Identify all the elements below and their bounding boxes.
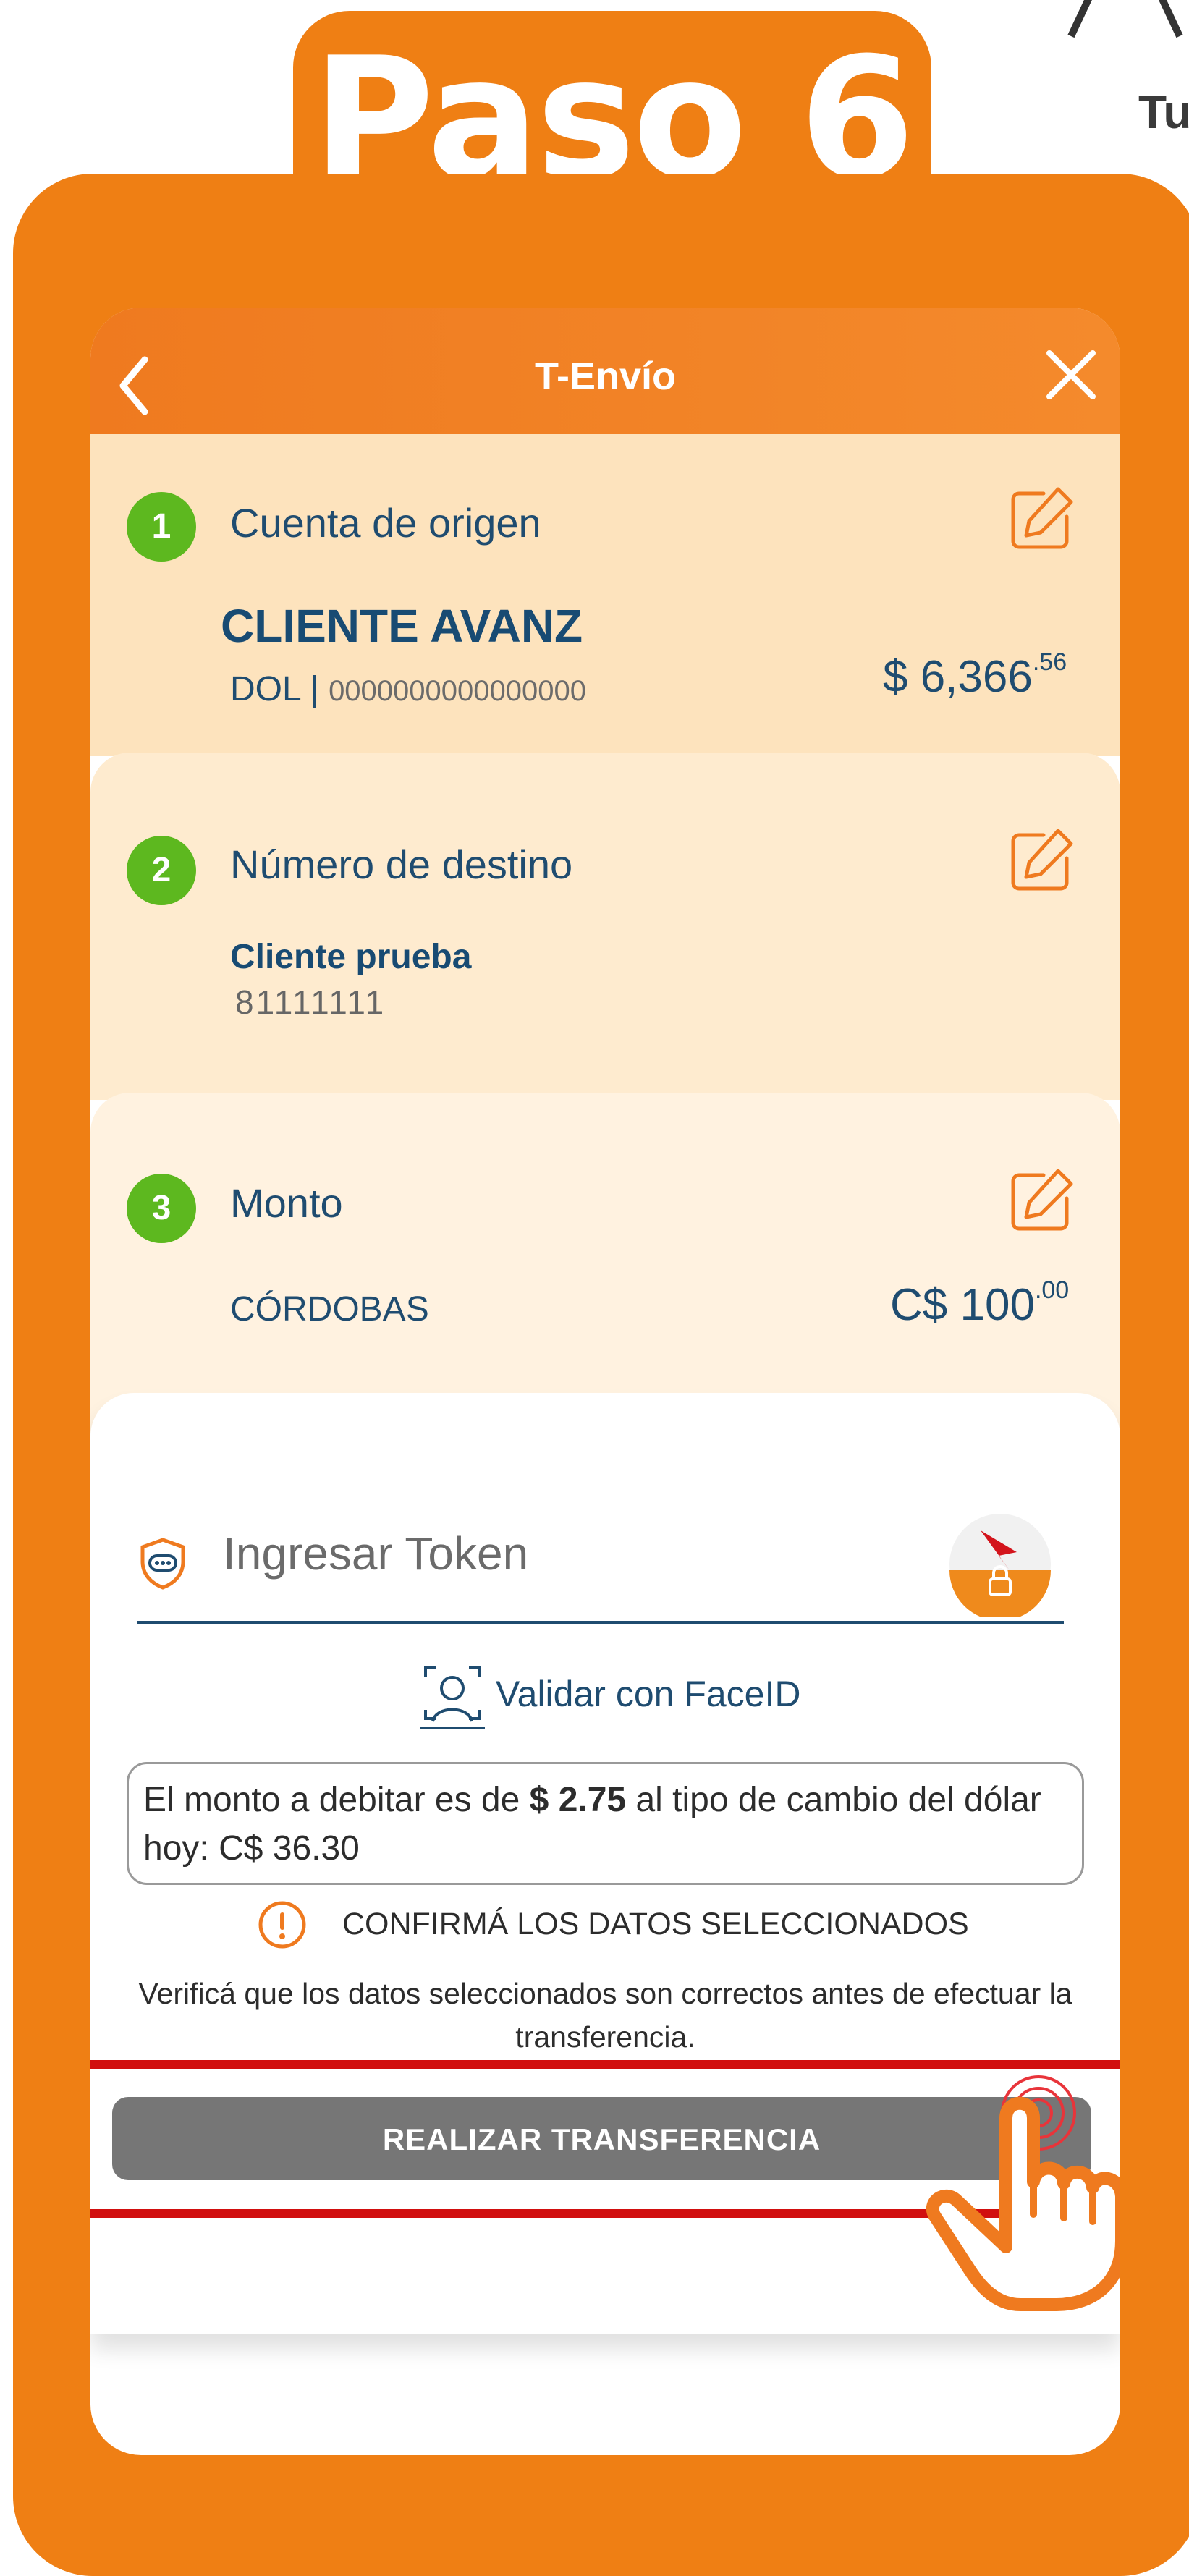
edit-icon: [1011, 487, 1073, 549]
debit-amount: $ 2.75: [529, 1781, 627, 1819]
destination-number: 81111111: [235, 983, 386, 1021]
destination-card: 2 Número de destino Cliente prueba 81111…: [90, 753, 1120, 1100]
origin-account-number: 0000000000000000: [329, 675, 586, 707]
warning-icon: [258, 1901, 306, 1949]
amount-card: 3 Monto CÓRDOBAS C$ 100.00: [90, 1093, 1120, 1433]
close-button[interactable]: [1031, 335, 1111, 415]
brand-tagline-fragment: Tu: [1138, 86, 1189, 138]
origin-client-name: CLIENTE AVANZ: [221, 600, 583, 652]
edit-amount-button[interactable]: [1007, 1165, 1077, 1234]
origin-balance-cents: .56: [1032, 648, 1067, 677]
highlight-border-top: [90, 2060, 1120, 2069]
faceid-icon[interactable]: [420, 1661, 485, 1726]
origin-label: Cuenta de origen: [230, 500, 541, 546]
phone-screen: T-Envío 1 Cuenta de origen CLIENTE AVANZ…: [90, 308, 1120, 2455]
debit-prefix: El monto a debitar es de: [143, 1781, 530, 1819]
confirm-title: CONFIRMÁ LOS DATOS SELECCIONADOS: [342, 1907, 969, 1941]
origin-account-card: 1 Cuenta de origen CLIENTE AVANZ DOL | 0…: [90, 434, 1120, 756]
step-number-3: 3: [127, 1174, 196, 1243]
token-input-underline: [137, 1621, 1064, 1624]
faceid-underline: [420, 1727, 485, 1729]
origin-balance: $ 6,366.56: [883, 648, 1067, 703]
edit-icon: [1011, 1169, 1073, 1231]
amount-value-cents: .00: [1034, 1276, 1070, 1305]
destination-name: Cliente prueba: [230, 938, 472, 976]
destination-label: Número de destino: [230, 842, 573, 887]
chevron-left-icon: [119, 356, 148, 415]
exchange-info-box: El monto a debitar es de $ 2.75 al tipo …: [127, 1762, 1084, 1885]
close-icon: [1046, 350, 1096, 399]
edit-icon: [1011, 829, 1073, 891]
brand-logo-fragment: [1067, 0, 1183, 38]
edit-destination-button[interactable]: [1007, 825, 1077, 894]
confirm-description: Verificá que los datos seleccionados son…: [138, 1977, 1072, 2054]
amount-currency-name: CÓRDOBAS: [230, 1290, 429, 1329]
step-number-2: 2: [127, 836, 196, 905]
amount-value-main: C$ 100: [890, 1280, 1035, 1330]
pointing-hand-icon: [926, 2075, 1120, 2311]
app-title: T-Envío: [534, 355, 676, 398]
edit-origin-button[interactable]: [1007, 483, 1077, 553]
faceid-link[interactable]: Validar con FaceID: [496, 1673, 800, 1715]
origin-account-line: DOL | 0000000000000000: [230, 669, 586, 709]
amount-value: C$ 100.00: [890, 1276, 1070, 1331]
shield-icon: [140, 1538, 185, 1590]
origin-balance-main: $ 6,366: [883, 652, 1033, 702]
back-button[interactable]: [105, 344, 170, 423]
step-number-1: 1: [127, 492, 196, 562]
amount-label: Monto: [230, 1180, 343, 1226]
token-app-icon[interactable]: [948, 1512, 1053, 1617]
token-input[interactable]: Ingresar Token: [223, 1527, 528, 1580]
origin-currency: DOL |: [230, 670, 319, 708]
